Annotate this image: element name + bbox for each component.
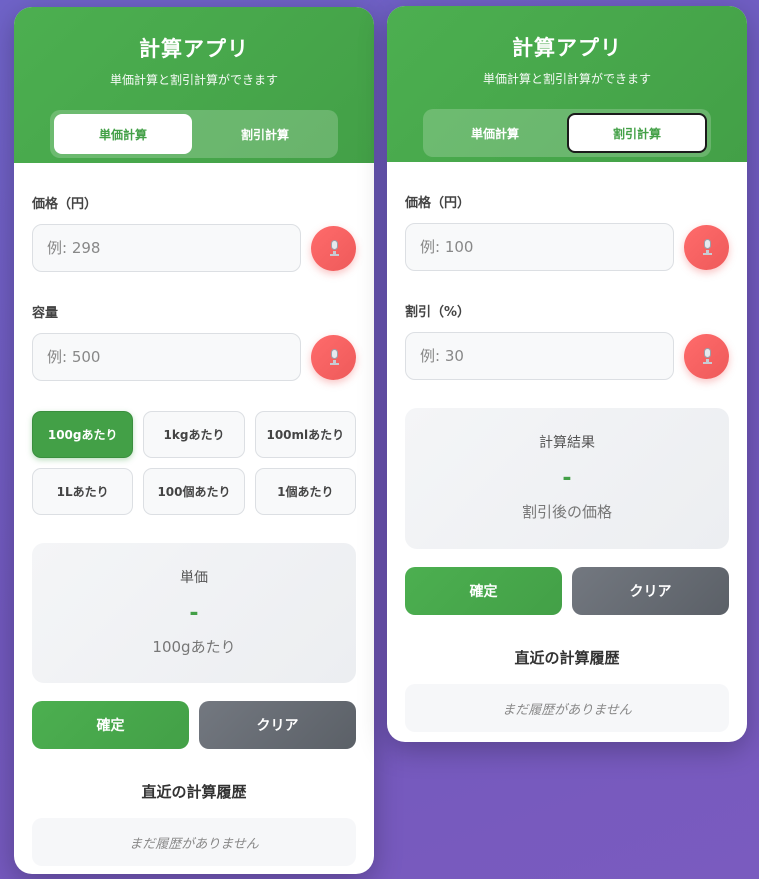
discount-label: 割引（%） (405, 305, 471, 320)
result-value: - (189, 601, 199, 626)
tab-discount[interactable]: 割引計算 (567, 113, 707, 153)
microphone-icon (329, 349, 339, 365)
price-voice-button[interactable] (684, 224, 729, 270)
mode-tabs: 単価計算 割引計算 (50, 110, 338, 158)
result-value: - (562, 466, 572, 491)
clear-button[interactable]: クリア (199, 701, 356, 749)
unit-option-100ml[interactable]: 100mlあたり (254, 411, 356, 458)
action-buttons: 確定 クリア (405, 567, 729, 615)
unit-option-1kg[interactable]: 1kgあたり (143, 411, 245, 458)
confirm-button[interactable]: 確定 (32, 701, 189, 749)
volume-input[interactable] (32, 333, 301, 381)
result-unit: 100gあたり (152, 638, 236, 656)
price-label: 価格（円） (405, 196, 471, 211)
app-subtitle: 単価計算と割引計算ができます (482, 72, 651, 86)
history-title: 直近の計算履歴 (141, 783, 247, 801)
result-label: 計算結果 (539, 435, 595, 451)
app-header: 計算アプリ 単価計算と割引計算ができます 単価計算 割引計算 (14, 7, 374, 163)
microphone-icon (702, 239, 712, 255)
mode-tabs: 単価計算 割引計算 (423, 109, 711, 157)
unit-option-1pc[interactable]: 1個あたり (254, 468, 356, 515)
microphone-icon (329, 240, 339, 256)
price-label: 価格（円） (32, 197, 98, 212)
unit-options: 100gあたり 1kgあたり 100mlあたり 1Lあたり 100個あたり 1個… (32, 411, 356, 515)
discount-input[interactable] (405, 332, 674, 380)
history-empty: まだ履歴がありません (32, 818, 356, 866)
app-header: 計算アプリ 単価計算と割引計算ができます 単価計算 割引計算 (387, 6, 747, 162)
price-input[interactable] (32, 224, 301, 272)
app-title: 計算アプリ (512, 36, 622, 60)
result-description: 割引後の価格 (521, 503, 612, 521)
price-input[interactable] (405, 223, 674, 271)
action-buttons: 確定 クリア (32, 701, 356, 749)
tab-unit-price[interactable]: 単価計算 (54, 114, 192, 154)
microphone-icon (702, 348, 712, 364)
unit-option-100pcs[interactable]: 100個あたり (143, 468, 245, 515)
clear-button[interactable]: クリア (572, 567, 729, 615)
result-label: 単価 (180, 570, 208, 586)
history-empty: まだ履歴がありません (405, 684, 729, 732)
volume-label: 容量 (32, 306, 59, 321)
unit-option-100g[interactable]: 100gあたり (32, 411, 134, 458)
confirm-button[interactable]: 確定 (405, 567, 562, 615)
history-title: 直近の計算履歴 (514, 649, 620, 667)
result-panel: 単価 - 100gあたり (32, 543, 356, 683)
tab-discount[interactable]: 割引計算 (196, 114, 334, 154)
volume-voice-button[interactable] (311, 334, 356, 380)
discount-card: 計算アプリ 単価計算と割引計算ができます 単価計算 割引計算 価格（円） 割引（… (387, 6, 747, 742)
result-panel: 計算結果 - 割引後の価格 (405, 408, 729, 549)
discount-voice-button[interactable] (684, 333, 729, 379)
app-subtitle: 単価計算と割引計算ができます (109, 73, 278, 87)
app-title: 計算アプリ (139, 37, 249, 61)
price-voice-button[interactable] (311, 225, 356, 271)
unit-option-1l[interactable]: 1Lあたり (32, 468, 134, 515)
unit-price-card: 計算アプリ 単価計算と割引計算ができます 単価計算 割引計算 価格（円） 容量 … (14, 7, 374, 874)
tab-unit-price[interactable]: 単価計算 (427, 113, 563, 153)
